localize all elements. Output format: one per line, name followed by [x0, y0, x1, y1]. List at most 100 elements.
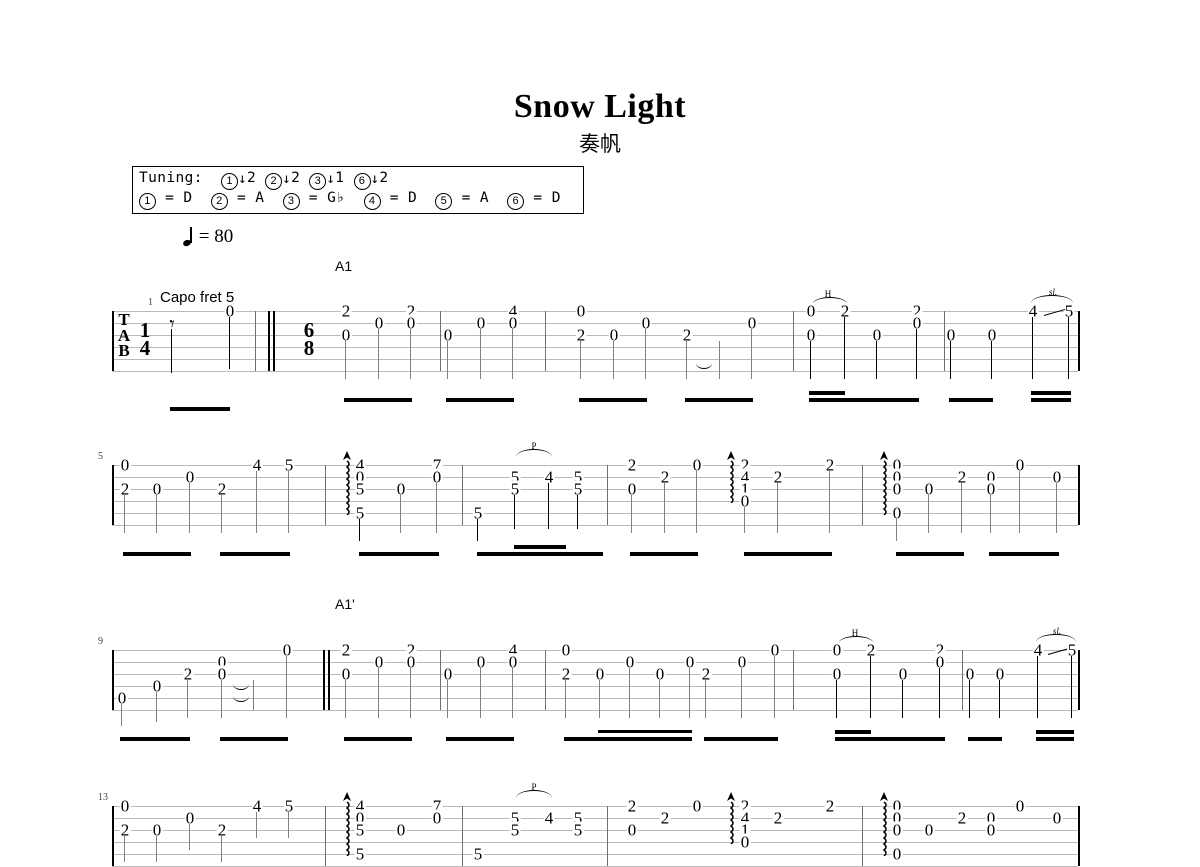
equals-sign: = — [533, 190, 543, 206]
note-stem — [774, 656, 776, 718]
tab-sheet-page: Snow Light 奏帆 Tuning: 1 ↓2 2 ↓2 3 ↓1 6 ↓2 1 … — [0, 0, 1200, 867]
tab-number[interactable]: 0 — [119, 797, 131, 815]
tab-number[interactable]: 5 — [354, 845, 366, 863]
tab-number[interactable]: 5 — [509, 821, 521, 839]
tab-number[interactable]: 0 — [431, 809, 443, 827]
note-stem — [999, 680, 1001, 718]
note-stem — [410, 329, 412, 379]
beam — [1031, 391, 1071, 395]
tab-number[interactable]: 0 — [575, 302, 587, 320]
note-stem — [221, 836, 223, 862]
tab-number[interactable]: 2 — [626, 456, 638, 474]
note-stem — [400, 495, 402, 533]
note-stem — [286, 656, 288, 718]
barline — [793, 311, 795, 371]
barline — [462, 806, 464, 866]
barline — [1078, 806, 1080, 866]
tab-number[interactable]: 0 — [560, 641, 572, 659]
tab-number[interactable]: 0 — [805, 302, 817, 320]
string-circle-1: 1 — [139, 193, 156, 210]
beam — [344, 398, 412, 402]
barline — [1078, 650, 1080, 710]
arpeggio-icon — [727, 451, 735, 503]
tab-clef: TAB — [116, 311, 132, 358]
tab-number[interactable]: 2 — [772, 809, 784, 827]
tie — [233, 684, 249, 690]
slur — [516, 449, 552, 457]
note-stem — [705, 680, 707, 718]
barline — [112, 465, 114, 525]
barline — [545, 311, 547, 371]
tab-number[interactable]: 0 — [831, 641, 843, 659]
tab-number[interactable]: 0 — [985, 821, 997, 839]
tab-number[interactable]: 0 — [626, 821, 638, 839]
tab-number[interactable]: 0 — [891, 845, 903, 863]
beam — [446, 398, 514, 402]
tab-number[interactable]: 0 — [395, 821, 407, 839]
beam — [744, 552, 832, 556]
staff-line — [112, 710, 1078, 711]
tab-number[interactable]: 4 — [543, 809, 555, 827]
note-stem — [631, 495, 633, 533]
tuning-amount-2: 2 — [291, 170, 301, 186]
staff-line — [112, 371, 1078, 372]
note-stem — [902, 680, 904, 718]
note-stem — [253, 680, 255, 710]
note-stem — [436, 483, 438, 533]
note-stem — [548, 483, 550, 529]
tab-number[interactable]: 5 — [472, 845, 484, 863]
tab-number[interactable]: 2 — [956, 809, 968, 827]
barline — [793, 650, 795, 710]
tab-number[interactable]: 2 — [340, 302, 352, 320]
note-stem — [447, 680, 449, 718]
note-stem — [189, 824, 191, 850]
staff-line — [112, 686, 1078, 687]
note-stem — [844, 317, 846, 379]
tab-number[interactable]: 5 — [354, 480, 366, 498]
quarter-note-icon — [183, 227, 194, 247]
note-stem — [345, 341, 347, 379]
beam — [220, 737, 288, 741]
note-stem — [359, 519, 361, 541]
tab-number[interactable]: 0 — [691, 797, 703, 815]
barline — [862, 465, 864, 525]
tie — [696, 363, 712, 369]
down-arrow-icon: ↓ — [282, 171, 292, 187]
note-stem — [939, 668, 941, 718]
beam — [835, 730, 871, 734]
tab-number[interactable]: 5 — [354, 821, 366, 839]
tempo-marking: = 80 — [183, 226, 233, 248]
tab-number[interactable]: 2 — [824, 797, 836, 815]
beam — [123, 552, 191, 556]
arpeggio-icon — [880, 792, 888, 856]
barline — [545, 650, 547, 710]
tab-number[interactable]: 0 — [1014, 797, 1026, 815]
tab-number[interactable]: 2 — [659, 809, 671, 827]
tab-number[interactable]: 0 — [891, 480, 903, 498]
note-stem — [410, 668, 412, 718]
note-stem — [829, 471, 831, 533]
note-stem — [689, 668, 691, 718]
double-barline — [268, 311, 270, 371]
tab-number[interactable]: 2 — [340, 641, 352, 659]
tab-number[interactable]: 0 — [1051, 809, 1063, 827]
note-stem — [156, 495, 158, 533]
note-stem — [256, 812, 258, 838]
note-stem — [288, 812, 290, 838]
tab-number[interactable]: 2 — [626, 797, 638, 815]
tab-number[interactable]: 0 — [891, 821, 903, 839]
tab-number[interactable]: 0 — [923, 821, 935, 839]
staff-line — [112, 842, 1078, 843]
tab-number[interactable]: 0 — [119, 456, 131, 474]
note-stem — [1037, 656, 1039, 718]
beam — [344, 737, 412, 741]
tuning-amount-6: 2 — [379, 170, 389, 186]
note-stem — [480, 329, 482, 379]
tab-number[interactable]: 0 — [739, 833, 751, 851]
down-arrow-icon: ↓ — [238, 171, 248, 187]
beam — [598, 730, 692, 733]
note-stem — [896, 519, 898, 541]
string-circle-6: 6 — [507, 193, 525, 210]
tab-number[interactable]: 5 — [572, 821, 584, 839]
note-stem — [514, 495, 516, 529]
